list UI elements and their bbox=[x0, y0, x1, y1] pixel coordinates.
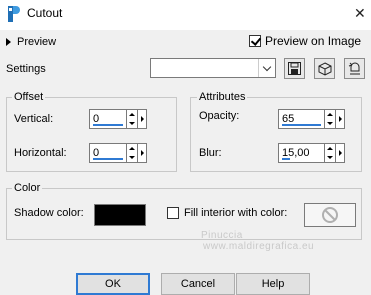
attributes-group-label: Attributes bbox=[197, 91, 248, 103]
checkbox-unchecked-icon[interactable] bbox=[167, 207, 179, 219]
horizontal-label: Horizontal: bbox=[14, 147, 67, 159]
fill-interior-color-swatch[interactable] bbox=[304, 203, 356, 227]
opacity-slider-bar[interactable] bbox=[282, 124, 321, 126]
vertical-label: Vertical: bbox=[14, 113, 54, 125]
fill-interior-checkbox[interactable]: Fill interior with color: bbox=[167, 207, 287, 219]
opacity-spinner[interactable]: 65 bbox=[278, 109, 345, 129]
cancel-button[interactable]: Cancel bbox=[161, 273, 235, 295]
horizontal-stepper[interactable] bbox=[127, 143, 138, 163]
settings-dropdown[interactable] bbox=[150, 58, 276, 78]
preview-on-image-label: Preview on Image bbox=[265, 34, 362, 48]
app-icon bbox=[8, 6, 20, 22]
vertical-input[interactable]: 0 bbox=[89, 109, 127, 129]
resource-manager-button[interactable] bbox=[314, 58, 335, 79]
ok-button[interactable]: OK bbox=[76, 273, 150, 295]
opacity-input[interactable]: 65 bbox=[278, 109, 325, 129]
vertical-spinner[interactable]: 0 bbox=[89, 109, 147, 129]
blur-stepper[interactable] bbox=[325, 143, 336, 163]
vertical-stepper[interactable] bbox=[127, 109, 138, 129]
blur-menu-arrow-icon[interactable] bbox=[336, 143, 345, 163]
cube-icon bbox=[318, 61, 331, 76]
opacity-stepper[interactable] bbox=[325, 109, 336, 129]
blur-spinner[interactable]: 15,00 bbox=[278, 143, 345, 163]
horizontal-input[interactable]: 0 bbox=[89, 143, 127, 163]
vertical-menu-arrow-icon[interactable] bbox=[138, 109, 147, 129]
checkbox-checked-icon[interactable] bbox=[249, 35, 261, 47]
floppy-icon bbox=[288, 62, 301, 75]
preview-toggle[interactable]: Preview bbox=[6, 34, 56, 50]
reset-button[interactable] bbox=[344, 58, 365, 79]
window-title: Cutout bbox=[27, 6, 63, 20]
help-button[interactable]: Help bbox=[236, 273, 310, 295]
reset-icon bbox=[348, 62, 360, 74]
shadow-color-swatch[interactable] bbox=[94, 204, 146, 226]
color-group-label: Color bbox=[12, 182, 43, 194]
blur-label: Blur: bbox=[199, 147, 222, 159]
horizontal-spinner[interactable]: 0 bbox=[89, 143, 147, 163]
horizontal-slider-bar[interactable] bbox=[93, 158, 123, 160]
opacity-menu-arrow-icon[interactable] bbox=[336, 109, 345, 129]
settings-label: Settings bbox=[6, 63, 46, 75]
shadow-color-label: Shadow color: bbox=[14, 207, 84, 219]
opacity-label: Opacity: bbox=[199, 110, 240, 122]
save-preset-button[interactable] bbox=[284, 58, 305, 79]
blur-slider-bar[interactable] bbox=[282, 158, 290, 160]
expand-arrow-icon bbox=[6, 38, 11, 46]
close-icon[interactable]: ✕ bbox=[354, 5, 366, 21]
preview-on-image-checkbox[interactable]: Preview on Image bbox=[249, 34, 361, 48]
offset-group-label: Offset bbox=[12, 91, 46, 103]
chevron-down-icon[interactable] bbox=[258, 59, 275, 77]
fill-interior-label: Fill interior with color: bbox=[184, 207, 288, 219]
watermark-site: www.maldiregrafica.eu bbox=[203, 241, 315, 252]
watermark: Pinuccia www.maldiregrafica.eu bbox=[195, 230, 314, 252]
vertical-slider-bar[interactable] bbox=[93, 124, 123, 126]
watermark-name: Pinuccia bbox=[201, 230, 243, 241]
blur-input[interactable]: 15,00 bbox=[278, 143, 325, 163]
no-color-icon bbox=[322, 207, 338, 223]
horizontal-menu-arrow-icon[interactable] bbox=[138, 143, 147, 163]
preview-label: Preview bbox=[17, 36, 57, 48]
